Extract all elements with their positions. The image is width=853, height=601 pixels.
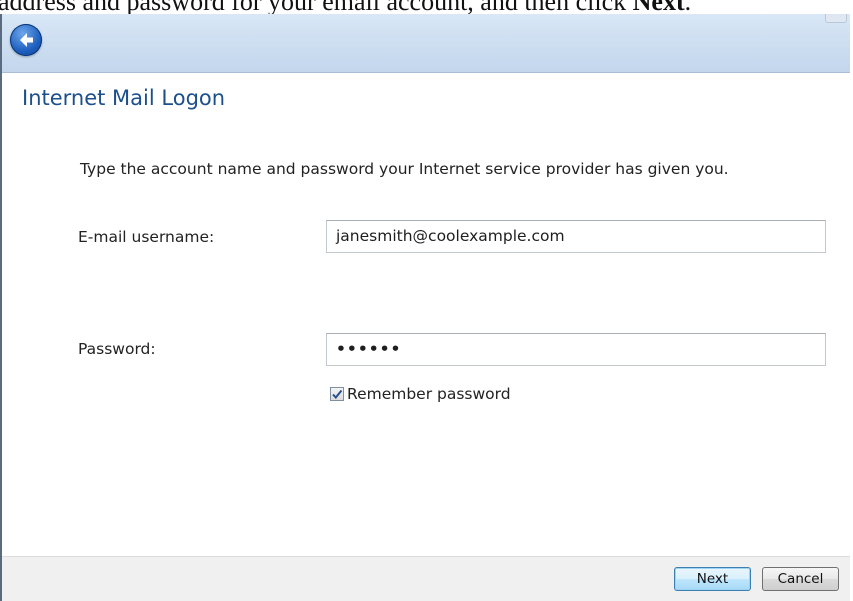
- instruction-caption: address and password for your email acco…: [0, 0, 853, 15]
- remember-password-label: Remember password: [347, 384, 511, 403]
- password-field[interactable]: ••••••: [326, 333, 826, 366]
- remember-password-checkbox[interactable]: [330, 386, 344, 401]
- back-arrow-icon: [20, 33, 33, 47]
- caption-next-emphasis: Next: [632, 0, 685, 15]
- navigation-bar: [2, 14, 850, 73]
- remember-password-option[interactable]: Remember password: [330, 383, 511, 403]
- next-button[interactable]: Next: [674, 567, 751, 591]
- password-label: Password:: [78, 340, 156, 358]
- back-button[interactable]: [10, 24, 42, 56]
- dialog-title: Internet Mail Logon: [22, 86, 226, 110]
- cancel-button[interactable]: Cancel: [762, 567, 839, 591]
- caption-text: address and password for your email acco…: [0, 0, 633, 15]
- dialog-instruction: Type the account name and password your …: [80, 160, 729, 178]
- caption-period: .: [684, 0, 692, 15]
- checkmark-icon: [332, 389, 343, 399]
- dialog-footer: Next Cancel: [2, 556, 850, 601]
- dialog-window: Internet Mail Logon Type the account nam…: [0, 14, 850, 601]
- email-username-label: E-mail username:: [78, 228, 215, 246]
- window-corner-control: [825, 14, 847, 23]
- email-username-field[interactable]: janesmith@coolexample.com: [326, 220, 826, 253]
